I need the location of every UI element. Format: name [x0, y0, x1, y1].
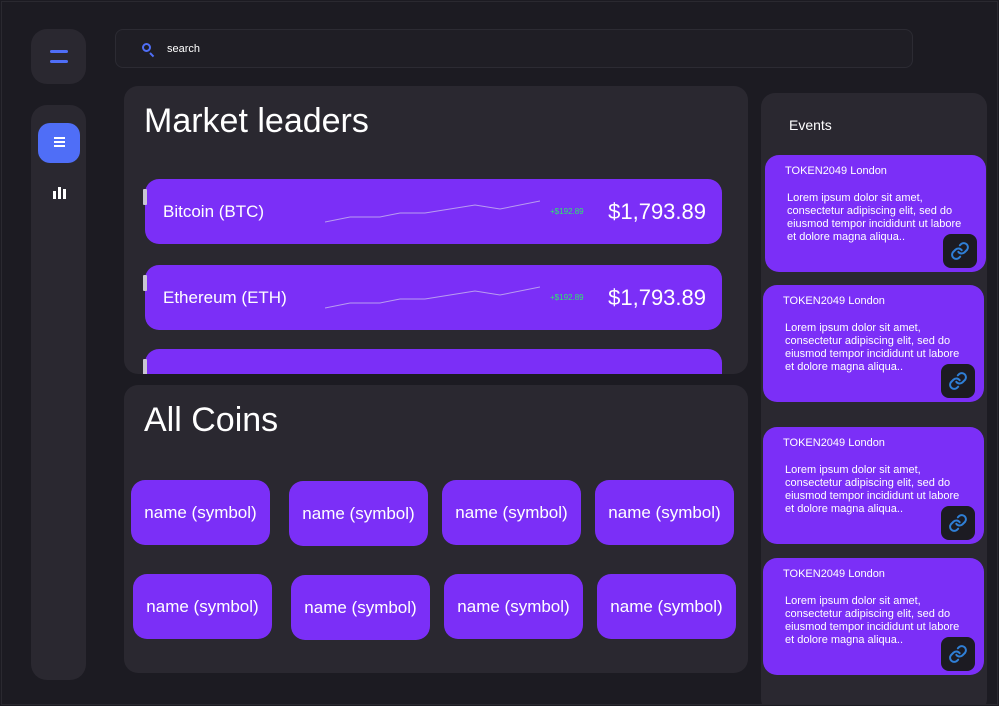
coin-card[interactable]: name (symbol) [444, 574, 583, 639]
price-change: +$192.89 [550, 293, 584, 302]
event-card[interactable]: TOKEN2049 London Lorem ipsum dolor sit a… [763, 558, 984, 675]
event-title: TOKEN2049 London [783, 437, 885, 449]
event-title: TOKEN2049 London [785, 165, 887, 177]
coin-name: Bitcoin (BTC) [163, 201, 265, 221]
all-coins-title: All Coins [144, 401, 279, 439]
all-coins-panel: All Coins name (symbol) name (symbol) na… [124, 385, 748, 673]
price: $1,793.89 [608, 198, 706, 224]
link-icon [949, 514, 967, 532]
event-card[interactable]: TOKEN2049 London Lorem ipsum dolor sit a… [763, 427, 984, 544]
document-icon [53, 137, 65, 149]
drag-handle[interactable] [143, 189, 147, 205]
menu-button[interactable] [31, 29, 86, 84]
drag-handle[interactable] [143, 275, 147, 291]
coin-card[interactable]: name (symbol) [595, 480, 734, 545]
coin-card[interactable]: name (symbol) [289, 481, 428, 546]
event-card[interactable]: TOKEN2049 London Lorem ipsum dolor sit a… [763, 285, 984, 402]
coin-card[interactable]: name (symbol) [442, 480, 581, 545]
market-leaders-panel: Market leaders Bitcoin (BTC) +$192.89 $1… [124, 86, 748, 374]
sidebar-item-charts[interactable] [38, 173, 80, 213]
price-change: +$192.89 [550, 207, 584, 216]
sidebar-item-dashboard[interactable] [38, 123, 80, 163]
menu-icon [49, 50, 68, 53]
events-panel: Events TOKEN2049 London Lorem ipsum dolo… [761, 93, 987, 704]
event-link-button[interactable] [943, 234, 977, 268]
coin-card[interactable]: name (symbol) [133, 574, 272, 639]
event-title: TOKEN2049 London [783, 295, 885, 307]
price: $1,793.89 [608, 284, 706, 310]
coin-card[interactable]: name (symbol) [291, 575, 430, 640]
drag-handle[interactable] [143, 359, 147, 374]
coin-card[interactable]: name (symbol) [131, 480, 270, 545]
event-link-button[interactable] [941, 506, 975, 540]
menu-icon-line [49, 60, 68, 63]
event-link-button[interactable] [941, 364, 975, 398]
link-icon [951, 242, 969, 260]
event-link-button[interactable] [941, 637, 975, 671]
market-item-eth[interactable]: Ethereum (ETH) +$192.89 $1,793.89 [143, 265, 722, 330]
sparkline [325, 200, 540, 223]
events-title: Events [789, 117, 832, 133]
bar-chart-icon [52, 187, 66, 199]
market-item-partial[interactable] [143, 349, 722, 374]
link-icon [949, 645, 967, 663]
coin-card[interactable]: name (symbol) [597, 574, 736, 639]
search-input[interactable] [167, 42, 867, 55]
event-title: TOKEN2049 London [783, 568, 885, 580]
link-icon [949, 372, 967, 390]
market-item-btc[interactable]: Bitcoin (BTC) +$192.89 $1,793.89 [143, 179, 722, 244]
sidebar [31, 105, 86, 680]
search-icon [141, 42, 155, 57]
search-bar [115, 29, 913, 68]
market-leaders-title: Market leaders [144, 102, 369, 140]
app-frame: Market leaders Bitcoin (BTC) +$192.89 $1… [1, 1, 998, 705]
sparkline [325, 286, 540, 309]
event-card[interactable]: TOKEN2049 London Lorem ipsum dolor sit a… [765, 155, 986, 272]
coin-name: Ethereum (ETH) [163, 287, 287, 307]
